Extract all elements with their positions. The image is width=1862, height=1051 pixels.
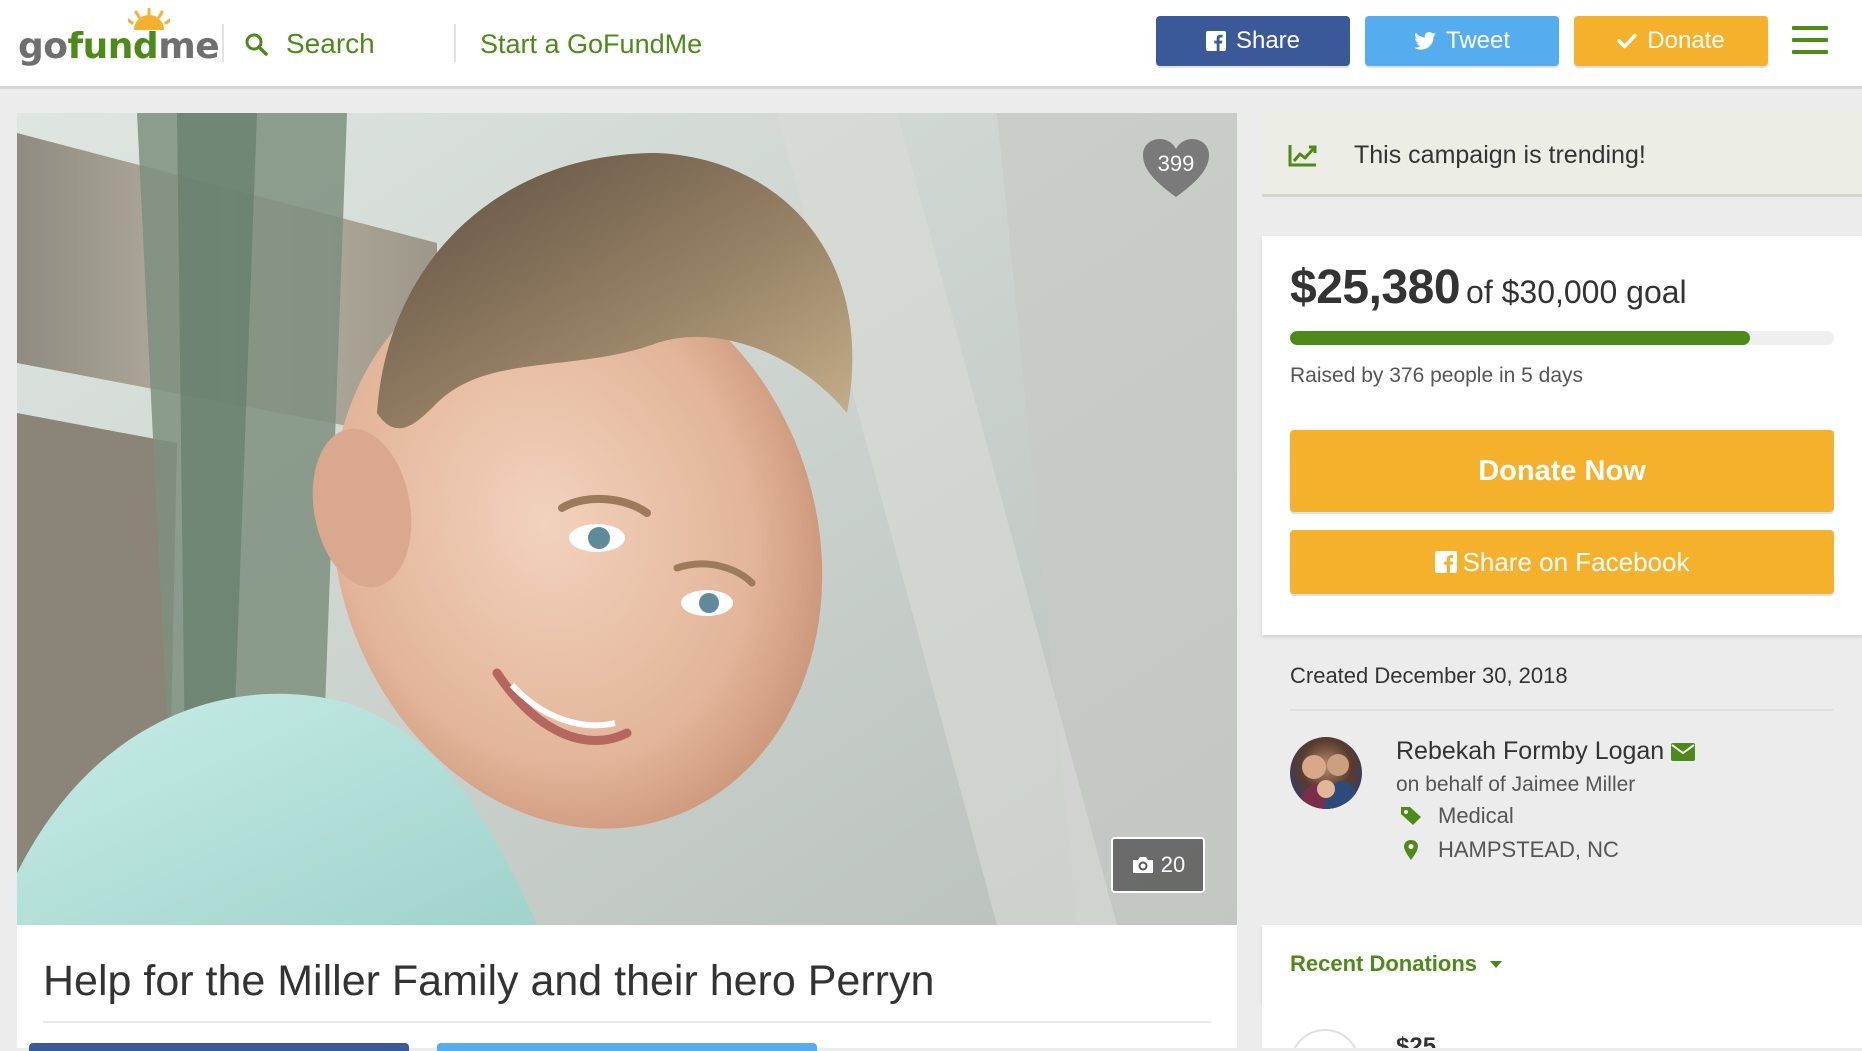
- share-button[interactable]: Share: [1156, 16, 1350, 66]
- on-behalf-of: on behalf of Jaimee Miller: [1396, 773, 1636, 796]
- twitter-icon: [1414, 32, 1436, 50]
- donate-now-button[interactable]: Donate Now: [1290, 430, 1834, 512]
- campaign-title: Help for the Miller Family and their her…: [43, 957, 935, 1005]
- search-icon: [245, 33, 268, 56]
- recent-donations-header[interactable]: Recent Donations: [1290, 951, 1503, 977]
- created-date: Created December 30, 2018: [1290, 663, 1568, 688]
- campaign-title-card: Help for the Miller Family and their her…: [17, 925, 1237, 1051]
- logo-fund: fund: [67, 26, 159, 67]
- camera-icon: [1132, 857, 1153, 873]
- trending-text: This campaign is trending!: [1354, 141, 1646, 169]
- envelope-icon[interactable]: [1670, 742, 1696, 762]
- organizer-name-row[interactable]: Rebekah Formby Logan: [1396, 737, 1696, 766]
- recent-donations-label: Recent Donations: [1290, 951, 1478, 976]
- tag-icon: [1401, 807, 1421, 825]
- map-pin-icon: [1404, 840, 1418, 860]
- progress-bar-fill: [1290, 331, 1751, 345]
- location-row: HAMPSTEAD, NC: [1396, 837, 1619, 863]
- logo-me: me: [158, 26, 220, 67]
- share-on-facebook-label: Share on Facebook: [1462, 546, 1690, 577]
- tweet-button-label: Tweet: [1445, 27, 1511, 54]
- location-label: HAMPSTEAD, NC: [1438, 837, 1619, 862]
- search-link[interactable]: Search: [244, 22, 375, 66]
- tweet-button[interactable]: Tweet: [1365, 16, 1559, 66]
- share-button-label: Share: [1235, 27, 1301, 54]
- start-gofundme-link[interactable]: Start a GoFundMe: [480, 22, 702, 66]
- check-icon: [1617, 33, 1638, 49]
- map-pin-icon-wrap: [1396, 839, 1426, 861]
- facebook-icon: [1205, 31, 1226, 51]
- meta-divider: [1290, 709, 1834, 711]
- share-twitter-stub[interactable]: [437, 1043, 817, 1051]
- share-facebook-stub[interactable]: [29, 1043, 409, 1051]
- share-on-facebook-button[interactable]: Share on Facebook: [1290, 530, 1834, 594]
- donate-button[interactable]: Donate: [1574, 16, 1768, 66]
- raised-by-text: Raised by 376 people in 5 days: [1290, 364, 1584, 387]
- header-divider: [454, 24, 456, 62]
- title-divider: [43, 1021, 1211, 1023]
- progress-bar: [1290, 331, 1834, 345]
- goal-text: of $30,000 goal: [1466, 274, 1687, 310]
- heart-counter[interactable]: 399: [1141, 137, 1211, 201]
- heart-count: 399: [1157, 151, 1195, 176]
- caret-down-icon: [1490, 960, 1503, 968]
- campaign-photo[interactable]: 399 20: [17, 113, 1237, 925]
- header-divider: [222, 24, 224, 62]
- campaign-photo-illustration: [17, 113, 1237, 925]
- logo-go: go: [18, 26, 68, 67]
- amount-raised-line: $25,380 of $30,000 goal: [1290, 260, 1687, 315]
- donate-button-label: Donate: [1647, 27, 1725, 54]
- trending-chart-icon: [1288, 145, 1317, 167]
- amount-raised: $25,380: [1290, 261, 1461, 314]
- donation-amount: $25: [1396, 1033, 1437, 1048]
- photo-count: 20: [1160, 852, 1186, 877]
- photo-gallery-button[interactable]: 20: [1111, 837, 1205, 893]
- gofundme-logo[interactable]: gofundme: [18, 26, 220, 67]
- donation-panel: $25,380 of $30,000 goal Raised by 376 peo…: [1262, 236, 1862, 635]
- organizer-name: Rebekah Formby Logan: [1396, 737, 1665, 765]
- facebook-icon: [1434, 551, 1457, 573]
- top-navigation-bar: gofundme Search Start a GoFundMe Share T: [0, 0, 1862, 89]
- search-label: Search: [286, 28, 375, 59]
- organizer-avatar[interactable]: [1290, 737, 1362, 809]
- tag-icon-wrap: [1396, 806, 1426, 826]
- avatar-photo: [1298, 754, 1358, 809]
- campaign-meta: Created December 30, 2018 Rebekah Formby…: [1262, 635, 1862, 925]
- trending-banner: This campaign is trending!: [1262, 113, 1862, 197]
- donor-avatar: [1290, 1029, 1360, 1048]
- recent-donations-toggle[interactable]: Recent Donations: [1262, 925, 1862, 1003]
- category-label: Medical: [1438, 803, 1514, 828]
- category-link[interactable]: Medical: [1396, 803, 1514, 829]
- logo-sun-icon: [128, 8, 170, 30]
- hamburger-menu-icon[interactable]: [1792, 24, 1828, 56]
- donation-list-item: $25: [1262, 1003, 1862, 1048]
